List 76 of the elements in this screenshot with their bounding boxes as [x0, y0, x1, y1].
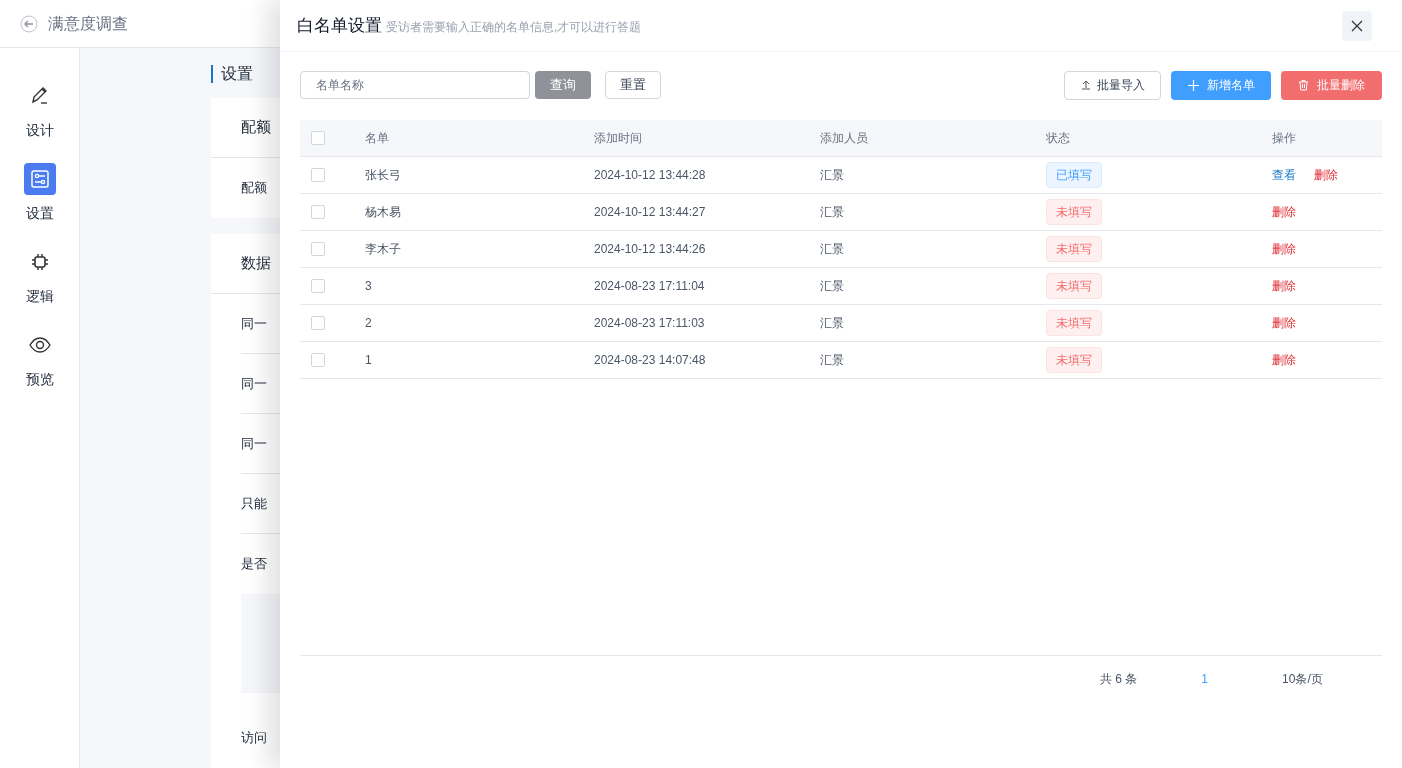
setting-label: 同一 — [241, 314, 267, 333]
search-field[interactable]: 名单名称 — [300, 71, 530, 99]
close-icon — [1351, 19, 1363, 32]
nav-item[interactable]: 预览 — [23, 329, 56, 390]
column-header: 状态 — [1046, 131, 1070, 145]
table-cell: 张长弓 — [365, 168, 401, 182]
table-cell: 2 — [365, 316, 372, 330]
table-cell: 汇景 — [820, 279, 844, 293]
delete-link[interactable]: 删除 — [1272, 240, 1296, 258]
upload-icon — [1080, 80, 1091, 90]
setting-label: 访问 — [241, 729, 267, 748]
status-tag: 未填写 — [1046, 236, 1102, 262]
table-cell: 2024-08-23 17:11:03 — [594, 316, 705, 330]
nav-item[interactable]: 设计 — [23, 80, 56, 141]
setting-label: 同一 — [241, 434, 267, 453]
delete-link[interactable]: 删除 — [1272, 351, 1296, 369]
back-icon[interactable] — [20, 14, 38, 33]
reset-button[interactable]: 重置 — [605, 71, 661, 99]
table-cell: 2024-10-12 13:44:28 — [594, 168, 706, 182]
status-tag: 未填写 — [1046, 199, 1102, 225]
delete-link[interactable]: 删除 — [1272, 277, 1296, 295]
table-cell: 2024-10-12 13:44:27 — [594, 205, 706, 219]
query-button[interactable]: 查询 — [535, 71, 591, 99]
card-title: 数据 — [241, 253, 271, 274]
table-cell: 李木子 — [365, 242, 401, 256]
status-tag: 未填写 — [1046, 273, 1102, 299]
table-cell: 1 — [365, 353, 372, 367]
close-button[interactable] — [1342, 10, 1372, 41]
checkbox[interactable] — [311, 316, 325, 330]
page-number[interactable]: 1 — [1197, 670, 1213, 688]
trash-icon — [1298, 79, 1309, 91]
table-cell: 汇景 — [820, 316, 844, 330]
table-cell: 汇景 — [820, 353, 844, 367]
table-cell: 2024-08-23 14:07:48 — [594, 353, 706, 367]
card-title: 配额 — [241, 117, 271, 138]
delete-link[interactable]: 删除 — [1272, 203, 1296, 221]
drawer-title: 白名单设置 — [297, 14, 382, 37]
import-button[interactable]: 批量导入 — [1064, 70, 1161, 100]
table-cell: 汇景 — [820, 242, 844, 256]
checkbox[interactable] — [311, 168, 325, 182]
page-size-select[interactable]: 10条/页 — [1282, 670, 1323, 688]
table-cell: 汇景 — [820, 168, 844, 182]
bulk-delete-button[interactable]: 批量删除 — [1281, 70, 1382, 100]
view-link[interactable]: 查看 — [1272, 166, 1296, 184]
column-header: 添加时间 — [594, 131, 642, 145]
add-button[interactable]: 新增名单 — [1171, 70, 1271, 100]
delete-link[interactable]: 删除 — [1272, 314, 1296, 332]
status-tag: 未填写 — [1046, 310, 1102, 336]
table-cell: 2024-10-12 13:44:26 — [594, 242, 706, 256]
section-heading: 设置 — [221, 64, 253, 84]
plus-icon — [1187, 79, 1199, 91]
checkbox[interactable] — [311, 353, 325, 367]
table-cell: 2024-08-23 17:11:04 — [594, 279, 705, 293]
status-tag: 已填写 — [1046, 162, 1102, 188]
column-header: 名单 — [365, 131, 389, 145]
eye-icon — [28, 334, 51, 356]
setting-label: 同一 — [241, 374, 267, 393]
total-count: 共 6 条 — [1100, 671, 1138, 688]
checkbox[interactable] — [311, 242, 325, 256]
page-title: 满意度调查 — [48, 13, 128, 34]
table-cell: 杨木易 — [365, 205, 401, 219]
checkbox[interactable] — [311, 205, 325, 219]
nav-item[interactable]: 逻辑 — [23, 246, 56, 307]
setting-label: 只能 — [241, 494, 267, 513]
table-cell: 3 — [365, 279, 372, 293]
drawer-subtitle: 受访者需要输入正确的名单信息,才可以进行答题 — [386, 18, 642, 36]
delete-link[interactable]: 删除 — [1314, 166, 1338, 184]
table-cell: 汇景 — [820, 205, 844, 219]
setting-label: 是否 — [241, 555, 267, 574]
checkbox[interactable] — [311, 131, 325, 145]
settings-icon — [28, 168, 51, 190]
column-header: 添加人员 — [820, 131, 868, 145]
setting-label: 配额 — [241, 179, 267, 198]
status-tag: 未填写 — [1046, 347, 1102, 373]
column-header: 操作 — [1272, 131, 1296, 145]
checkbox[interactable] — [311, 279, 325, 293]
